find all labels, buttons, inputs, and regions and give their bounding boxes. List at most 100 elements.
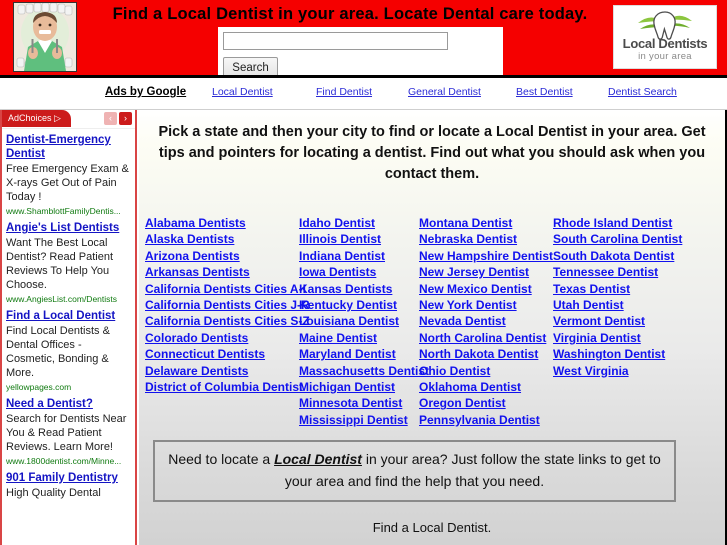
sidebar-ad-url[interactable]: www.ShamblottFamilyDentis... [6, 205, 131, 217]
state-link[interactable]: Tennessee Dentist [553, 264, 683, 280]
state-link[interactable]: Arkansas Dentists [145, 264, 297, 280]
next-ad-icon[interactable]: › [119, 112, 132, 125]
state-link[interactable]: Oklahoma Dentist [419, 379, 551, 395]
state-link-column: Idaho Dentist Illinois Dentist Indiana Den… [299, 215, 429, 428]
state-link[interactable]: Kentucky Dentist [299, 297, 417, 313]
adchoices-bar: AdChoices ▷ ‹ › [2, 110, 135, 129]
state-link[interactable]: Pennsylvania Dentist [419, 412, 551, 428]
state-link-column: Montana Dentist Nebraska Dentist New Hamps… [419, 215, 553, 428]
google-ads-nav-bar: Ads by Google Local Dentist Find Dentist G… [0, 78, 727, 110]
footer-tagline: Find a Local Dentist. [372, 520, 492, 535]
state-link[interactable]: Nevada Dentist [419, 313, 551, 329]
state-link[interactable]: California Dentists Cities A-I [145, 281, 306, 297]
state-link[interactable]: Illinois Dentist [299, 231, 417, 247]
sidebar-ad-description: High Quality Dental [6, 487, 101, 499]
state-link[interactable]: Iowa Dentists [299, 264, 417, 280]
state-link[interactable]: Connecticut Dentists [145, 346, 297, 362]
ad-nav-link-2[interactable]: General Dentist [408, 86, 481, 98]
sidebar-ad-title[interactable]: Find a Local Dentist [6, 309, 131, 323]
adchoices-triangle-icon: ▷ [54, 113, 61, 123]
sidebar-ad-title[interactable]: 901 Family Dentistry [6, 471, 131, 485]
ads-nav-inner: Ads by Google Local Dentist Find Dentist G… [0, 78, 727, 109]
ads-by-google-label[interactable]: Ads by Google [105, 86, 186, 98]
state-link[interactable]: Ohio Dentist [419, 363, 551, 379]
sidebar-ad-title[interactable]: Dentist-Emergency Dentist [6, 133, 131, 161]
ad-nav-link-1[interactable]: Find Dentist [316, 86, 372, 98]
state-link[interactable]: New Hampshire Dentist [419, 248, 553, 264]
page-root: Find a Local Dentist in your area. Locat… [0, 0, 727, 545]
search-button[interactable]: Search [223, 57, 278, 75]
sidebar-ad-title[interactable]: Need a Dentist? [6, 397, 131, 411]
state-link[interactable]: Mississippi Dentist [299, 412, 417, 428]
search-input[interactable] [223, 32, 448, 50]
state-link[interactable]: Washington Dentist [553, 346, 683, 362]
state-link[interactable]: Maine Dentist [299, 330, 417, 346]
sidebar-ad: Need a Dentist? Search for Dentists Near … [2, 393, 135, 467]
site-logo[interactable]: Local Dentists in your area [613, 5, 717, 69]
state-link[interactable]: Texas Dentist [553, 281, 683, 297]
main-content: Pick a state and then your city to find … [139, 110, 727, 545]
sidebar-ad-title[interactable]: Angie's List Dentists [6, 221, 131, 235]
state-link[interactable]: Alaska Dentists [145, 231, 297, 247]
header-search-area: Search [218, 27, 503, 75]
prev-ad-icon[interactable]: ‹ [104, 112, 117, 125]
state-link[interactable]: New Mexico Dentist [419, 281, 551, 297]
sidebar-ad-description: Find Local Dentists & Dental Offices - C… [6, 325, 110, 379]
state-link[interactable]: Maryland Dentist [299, 346, 417, 362]
state-link[interactable]: Oregon Dentist [419, 395, 551, 411]
sidebar-ad-url[interactable]: yellowpages.com [6, 381, 131, 393]
state-link[interactable]: Minnesota Dentist [299, 395, 417, 411]
dentist-illustration-svg [14, 3, 76, 71]
dentist-illustration [13, 2, 77, 72]
sidebar-ad-description: Free Emergency Exam & X-rays Get Out of … [6, 163, 129, 203]
state-link[interactable]: Colorado Dentists [145, 330, 297, 346]
ad-nav-link-0[interactable]: Local Dentist [212, 86, 273, 98]
state-link[interactable]: California Dentists Cities J-R [145, 297, 310, 313]
ad-nav-link-4[interactable]: Dentist Search [608, 86, 677, 98]
state-links-grid: Alabama Dentists Alaska Dentists Arizona D… [139, 215, 725, 433]
sidebar-ad-description: Want The Best Local Dentist? Read Patien… [6, 237, 114, 291]
state-link[interactable]: Arizona Dentists [145, 248, 297, 264]
state-link[interactable]: District of Columbia Dentist [145, 379, 303, 395]
notice-emphasis: Local Dentist [274, 451, 362, 467]
adchoices-label: AdChoices [8, 113, 52, 123]
sidebar-ad-url[interactable]: www.1800dentist.com/Minne... [6, 455, 131, 467]
state-link[interactable]: Massachusetts Dentist [299, 363, 429, 379]
intro-text: Pick a state and then your city to find … [158, 124, 706, 182]
state-link[interactable]: Indiana Dentist [299, 248, 417, 264]
state-link[interactable]: California Dentists Cities S-Z [145, 313, 310, 329]
state-link[interactable]: Alabama Dentists [145, 215, 297, 231]
state-link-column: Alabama Dentists Alaska Dentists Arizona D… [145, 215, 310, 395]
state-link[interactable]: Michigan Dentist [299, 379, 417, 395]
state-link[interactable]: Delaware Dentists [145, 363, 297, 379]
state-link[interactable]: Kansas Dentists [299, 281, 417, 297]
state-link[interactable]: South Carolina Dentist [553, 231, 683, 247]
state-link[interactable]: Montana Dentist [419, 215, 551, 231]
notice-box: Need to locate a Local Dentist in your a… [153, 440, 676, 502]
notice-text: Need to locate a Local Dentist in your a… [155, 442, 674, 492]
sidebar-ad: Find a Local Dentist Find Local Dentists … [2, 305, 135, 393]
adchoices-button[interactable]: AdChoices ▷ [2, 110, 71, 127]
state-link[interactable]: Idaho Dentist [299, 215, 417, 231]
state-link[interactable]: Nebraska Dentist [419, 231, 551, 247]
state-link[interactable]: West Virginia [553, 363, 683, 379]
site-header: Find a Local Dentist in your area. Locat… [0, 0, 727, 78]
state-link[interactable]: New Jersey Dentist [419, 264, 551, 280]
state-link[interactable]: Vermont Dentist [553, 313, 683, 329]
state-link[interactable]: North Dakota Dentist [419, 346, 551, 362]
state-link[interactable]: Utah Dentist [553, 297, 683, 313]
ad-nav-link-3[interactable]: Best Dentist [516, 86, 573, 98]
state-link[interactable]: Virginia Dentist [553, 330, 683, 346]
sidebar-ad-url[interactable]: www.AngiesList.com/Dentists [6, 293, 131, 305]
state-link[interactable]: Louisiana Dentist [299, 313, 417, 329]
state-link[interactable]: Rhode Island Dentist [553, 215, 683, 231]
logo-secondary-text: in your area [638, 51, 692, 62]
state-link[interactable]: New York Dentist [419, 297, 551, 313]
left-ad-sidebar: AdChoices ▷ ‹ › Dentist-Emergency Dentis… [0, 110, 137, 545]
logo-primary-text: Local Dentists [622, 36, 708, 51]
sidebar-ad-list: Dentist-Emergency Dentist Free Emergency … [2, 129, 135, 501]
sidebar-ad-description: Search for Dentists Near You & Read Pati… [6, 413, 127, 453]
state-link[interactable]: North Carolina Dentist [419, 330, 551, 346]
sidebar-ad: Dentist-Emergency Dentist Free Emergency … [2, 129, 135, 217]
state-link[interactable]: South Dakota Dentist [553, 248, 683, 264]
